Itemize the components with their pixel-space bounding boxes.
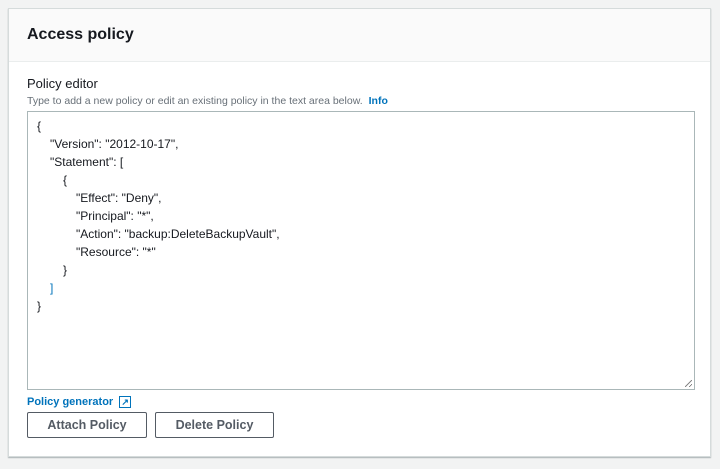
code-line: { <box>63 173 68 187</box>
code-line: "Effect": "Deny", <box>76 191 162 205</box>
panel-header: Access policy <box>9 9 710 62</box>
policy-editor-description: Type to add a new policy or edit an exis… <box>27 95 388 107</box>
code-line: "Resource": "*" <box>76 245 156 259</box>
external-link-icon: ↗ <box>119 396 132 408</box>
delete-policy-button[interactable]: Delete Policy <box>155 412 274 438</box>
code-line: ] <box>50 281 54 295</box>
code-line: { <box>37 119 42 133</box>
code-line: } <box>63 263 68 277</box>
code-line: } <box>37 299 42 313</box>
code-line: "Version": "2012-10-17", <box>50 137 179 151</box>
policy-textarea[interactable]: { "Version": "2012-10-17", "Statement": [ {… <box>27 111 695 390</box>
code-line: "Action": "backup:DeleteBackupVault", <box>76 227 280 241</box>
code-line: "Statement": [ <box>50 155 124 169</box>
resize-handle-icon[interactable] <box>685 380 692 387</box>
policy-generator-link[interactable]: Policy generator ↗ <box>27 396 132 408</box>
panel-title: Access policy <box>27 26 134 43</box>
attach-policy-button[interactable]: Attach Policy <box>27 412 147 438</box>
access-policy-panel: Access policy Policy editor Type to add … <box>8 8 711 457</box>
code-line: "Principal": "*", <box>76 209 154 223</box>
policy-generator-label: Policy generator <box>27 396 114 408</box>
description-text: Type to add a new policy or edit an exis… <box>27 95 363 107</box>
info-link[interactable]: Info <box>369 95 388 107</box>
policy-editor-label: Policy editor <box>27 76 98 91</box>
